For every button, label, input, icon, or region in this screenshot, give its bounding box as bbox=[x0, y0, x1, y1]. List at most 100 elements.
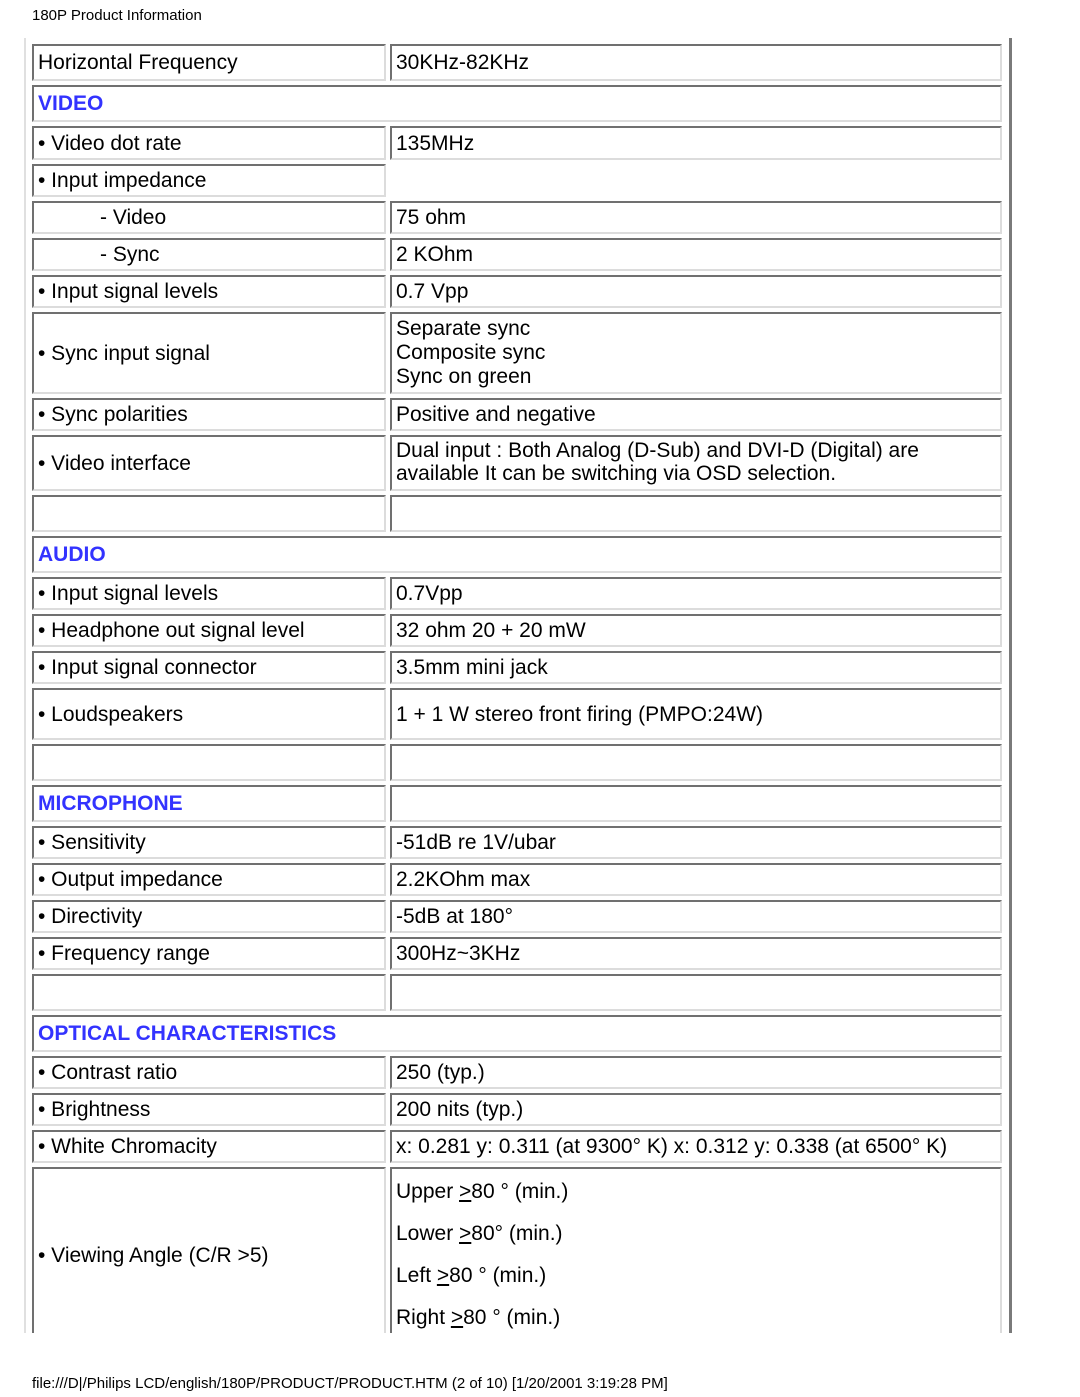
spec-value: 30KHz-82KHz bbox=[390, 44, 1002, 81]
section-header-video: VIDEO bbox=[32, 85, 1002, 122]
spec-value: 3.5mm mini jack bbox=[390, 651, 1002, 684]
spec-label: • Brightness bbox=[32, 1093, 386, 1126]
table-row: • Frequency range 300Hz~3KHz bbox=[32, 937, 1002, 970]
spec-label: • Input impedance bbox=[32, 164, 386, 197]
table-row: • Input signal levels 0.7 Vpp bbox=[32, 275, 1002, 308]
page-footer-path: file:///D|/Philips LCD/english/180P/PROD… bbox=[32, 1375, 668, 1392]
angle-direction: Right bbox=[396, 1306, 451, 1329]
spec-label: • Sensitivity bbox=[32, 826, 386, 859]
spec-label: • Input signal connector bbox=[32, 651, 386, 684]
spec-label: • Sync polarities bbox=[32, 398, 386, 431]
page-header-title: 180P Product Information bbox=[32, 7, 202, 24]
angle-ge-symbol: > bbox=[459, 1180, 472, 1203]
table-row: • White Chromacity x: 0.281 y: 0.311 (at… bbox=[32, 1130, 1002, 1163]
spec-value: Positive and negative bbox=[390, 398, 1002, 431]
spec-label: • Viewing Angle (C/R >5) bbox=[32, 1167, 386, 1333]
section-header-microphone: MICROPHONE bbox=[32, 785, 1002, 822]
spec-value: x: 0.281 y: 0.311 (at 9300° K) x: 0.312 … bbox=[390, 1130, 1002, 1163]
spacer-row bbox=[32, 744, 1002, 781]
spec-label: - Sync bbox=[32, 238, 386, 271]
table-row: • Directivity -5dB at 180° bbox=[32, 900, 1002, 933]
table-row: - Sync 2 KOhm bbox=[32, 238, 1002, 271]
spacer-cell bbox=[390, 974, 1002, 1011]
spec-value: -5dB at 180° bbox=[390, 900, 1002, 933]
spec-value: 75 ohm bbox=[390, 201, 1002, 234]
angle-value: 80° (min.) bbox=[471, 1222, 563, 1245]
spec-table: Horizontal Frequency 30KHz-82KHz VIDEO •… bbox=[28, 40, 1006, 1333]
angle-value: 80 ° (min.) bbox=[471, 1180, 569, 1203]
viewing-angle-right: Right >80 ° (min.) bbox=[396, 1297, 996, 1333]
spec-value: 250 (typ.) bbox=[390, 1056, 1002, 1089]
table-row: • Input impedance bbox=[32, 164, 1002, 197]
spec-value: 32 ohm 20 + 20 mW bbox=[390, 614, 1002, 647]
spec-label: • Sync input signal bbox=[32, 312, 386, 394]
table-row: • Video dot rate 135MHz bbox=[32, 126, 1002, 160]
spacer-cell bbox=[390, 744, 1002, 781]
spec-value-empty bbox=[390, 164, 1002, 197]
section-title: OPTICAL CHARACTERISTICS bbox=[32, 1015, 1002, 1052]
table-row: • Sync input signal Separate sync Compos… bbox=[32, 312, 1002, 394]
angle-ge-symbol: > bbox=[459, 1222, 472, 1245]
spec-label: • Video interface bbox=[32, 435, 386, 491]
table-row: • Sensitivity -51dB re 1V/ubar bbox=[32, 826, 1002, 859]
table-row: • Loudspeakers 1 + 1 W stereo front firi… bbox=[32, 688, 1002, 740]
viewing-angle-upper: Upper >80 ° (min.) bbox=[396, 1171, 996, 1213]
table-row: Horizontal Frequency 30KHz-82KHz bbox=[32, 44, 1002, 81]
section-title: MICROPHONE bbox=[32, 785, 386, 822]
spec-label: • Contrast ratio bbox=[32, 1056, 386, 1089]
spec-value: 1 + 1 W stereo front firing (PMPO:24W) bbox=[390, 688, 1002, 740]
spacer-cell bbox=[32, 974, 386, 1011]
spec-label: • Headphone out signal level bbox=[32, 614, 386, 647]
table-row: • Viewing Angle (C/R >5) Upper >80 ° (mi… bbox=[32, 1167, 1002, 1333]
spec-value: -51dB re 1V/ubar bbox=[390, 826, 1002, 859]
viewing-angle-lower: Lower >80° (min.) bbox=[396, 1213, 996, 1255]
spec-value-list: Upper >80 ° (min.) Lower >80° (min.) Lef… bbox=[390, 1167, 1002, 1333]
table-row: • Sync polarities Positive and negative bbox=[32, 398, 1002, 431]
spacer-cell bbox=[390, 495, 1002, 532]
spec-label: • White Chromacity bbox=[32, 1130, 386, 1163]
table-row: • Brightness 200 nits (typ.) bbox=[32, 1093, 1002, 1126]
spec-sublabel: - Sync bbox=[100, 243, 160, 266]
spec-value: 0.7 Vpp bbox=[390, 275, 1002, 308]
section-title: VIDEO bbox=[32, 85, 1002, 122]
spec-value: 2 KOhm bbox=[390, 238, 1002, 271]
spacer-row bbox=[32, 495, 1002, 532]
spec-value-line: Composite sync bbox=[396, 341, 546, 364]
section-title: AUDIO bbox=[32, 536, 1002, 573]
table-row: • Input signal connector 3.5mm mini jack bbox=[32, 651, 1002, 684]
spec-value: 300Hz~3KHz bbox=[390, 937, 1002, 970]
table-row: - Video 75 ohm bbox=[32, 201, 1002, 234]
table-row: • Headphone out signal level 32 ohm 20 +… bbox=[32, 614, 1002, 647]
angle-direction: Lower bbox=[396, 1222, 460, 1245]
angle-ge-symbol: > bbox=[436, 1264, 450, 1287]
spacer-cell bbox=[32, 495, 386, 532]
spec-label: • Output impedance bbox=[32, 863, 386, 896]
spec-table-frame: Horizontal Frequency 30KHz-82KHz VIDEO •… bbox=[24, 38, 1012, 1333]
spacer-row bbox=[32, 974, 1002, 1011]
spec-label: Horizontal Frequency bbox=[32, 44, 386, 81]
spec-sublabel: - Video bbox=[100, 206, 167, 229]
section-header-optical: OPTICAL CHARACTERISTICS bbox=[32, 1015, 1002, 1052]
spec-label: • Video dot rate bbox=[32, 126, 386, 160]
angle-direction: Left bbox=[396, 1264, 437, 1287]
spec-value-list: Separate sync Composite sync Sync on gre… bbox=[390, 312, 1002, 394]
spec-value-line: Separate sync bbox=[396, 317, 531, 340]
spec-value: 2.2KOhm max bbox=[390, 863, 1002, 896]
angle-direction: Upper bbox=[396, 1180, 460, 1203]
spacer-cell bbox=[32, 744, 386, 781]
angle-value: 80 ° (min.) bbox=[463, 1306, 561, 1329]
spec-label: • Frequency range bbox=[32, 937, 386, 970]
table-row: • Input signal levels 0.7Vpp bbox=[32, 577, 1002, 610]
spec-label: • Input signal levels bbox=[32, 275, 386, 308]
spec-value-line: Sync on green bbox=[396, 365, 532, 388]
angle-value: 80 ° (min.) bbox=[449, 1264, 547, 1287]
spec-label: - Video bbox=[32, 201, 386, 234]
spec-label: • Input signal levels bbox=[32, 577, 386, 610]
spec-label: • Loudspeakers bbox=[32, 688, 386, 740]
table-row: • Video interface Dual input : Both Anal… bbox=[32, 435, 1002, 491]
spec-value: Dual input : Both Analog (D-Sub) and DVI… bbox=[390, 435, 1002, 491]
viewing-angle-left: Left >80 ° (min.) bbox=[396, 1255, 996, 1297]
spec-value: 0.7Vpp bbox=[390, 577, 1002, 610]
spec-value: 135MHz bbox=[390, 126, 1002, 160]
section-header-audio: AUDIO bbox=[32, 536, 1002, 573]
